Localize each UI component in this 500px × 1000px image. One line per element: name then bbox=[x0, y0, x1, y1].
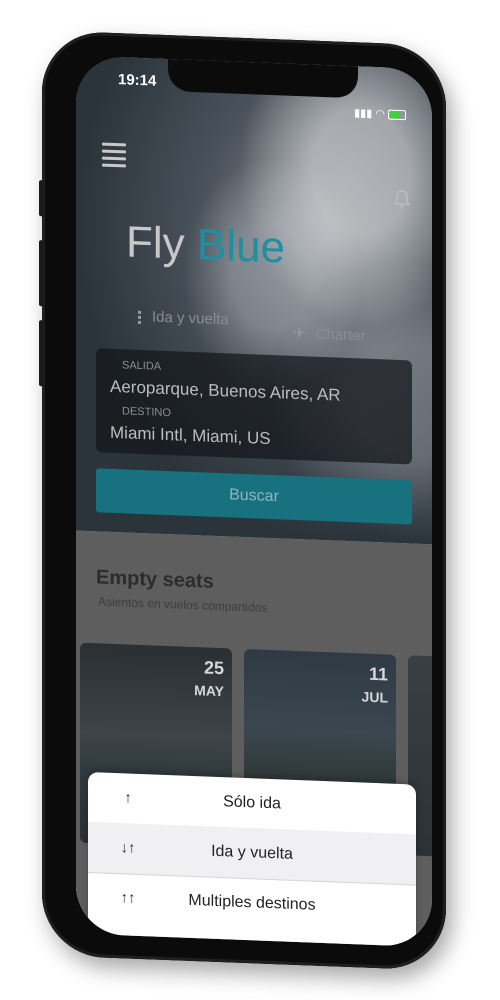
airplane-icon: ✈ bbox=[293, 324, 306, 343]
card-date: 25 MAY bbox=[194, 657, 224, 699]
bell-icon[interactable] bbox=[394, 190, 410, 209]
battery-icon bbox=[388, 109, 406, 121]
status-icons: ▮▮▮ ◠ bbox=[354, 106, 406, 121]
arrows-updown-icon: ↓↑ bbox=[120, 839, 136, 857]
destination-value[interactable]: Miami Intl, Miami, US bbox=[110, 423, 271, 449]
notch bbox=[168, 55, 358, 99]
card-day: 25 bbox=[203, 657, 224, 679]
destination-label: DESTINO bbox=[122, 405, 171, 420]
wifi-icon: ◠ bbox=[375, 108, 385, 121]
volume-up-button bbox=[39, 240, 44, 307]
logo-word-fly: Fly bbox=[126, 217, 185, 269]
tab-charter[interactable]: ✈ Charter bbox=[293, 324, 366, 345]
dots-icon bbox=[138, 308, 142, 325]
trip-type-sheet: ↑ Sólo ida ↓↑ Ida y vuelta ↑↑ Multiples … bbox=[88, 772, 416, 948]
tab-charter-label: Charter bbox=[315, 325, 366, 345]
option-roundtrip-label: Ida y vuelta bbox=[211, 842, 293, 863]
route-selector[interactable]: SALIDA Aeroparque, Buenos Aires, AR DEST… bbox=[96, 348, 412, 465]
arrow-up-icon: ↑ bbox=[124, 789, 132, 807]
card-day: 11 bbox=[368, 663, 388, 685]
tab-roundtrip-label: Ida y vuelta bbox=[152, 308, 229, 329]
hamburger-menu-icon[interactable] bbox=[102, 142, 126, 172]
origin-value[interactable]: Aeroparque, Buenos Aires, AR bbox=[110, 377, 341, 406]
signal-icon: ▮▮▮ bbox=[354, 107, 373, 120]
card-date: 11 JUL bbox=[362, 664, 388, 706]
mute-switch bbox=[39, 180, 44, 217]
card-month: JUL bbox=[361, 688, 388, 706]
phone-device: 19:14 ▮▮▮ ◠ Fly Blue Ida y vuelta ✈ Chart… bbox=[39, 30, 446, 971]
section-subtitle: Asientos en vuelos compartidos bbox=[98, 594, 268, 615]
section-title: Empty seats bbox=[96, 566, 214, 593]
double-arrow-up-icon: ↑↑ bbox=[120, 889, 136, 907]
phone-screen: 19:14 ▮▮▮ ◠ Fly Blue Ida y vuelta ✈ Chart… bbox=[76, 55, 432, 948]
option-one-way-label: Sólo ida bbox=[223, 793, 281, 813]
logo-word-blue: Blue bbox=[196, 220, 285, 273]
tab-roundtrip[interactable]: Ida y vuelta bbox=[138, 308, 229, 329]
status-time: 19:14 bbox=[118, 71, 157, 90]
card-month: MAY bbox=[194, 682, 224, 700]
app-logo: Fly Blue bbox=[126, 217, 285, 273]
option-multi-destination-label: Multiples destinos bbox=[188, 891, 316, 914]
origin-label: SALIDA bbox=[122, 359, 162, 373]
volume-down-button bbox=[39, 320, 44, 387]
